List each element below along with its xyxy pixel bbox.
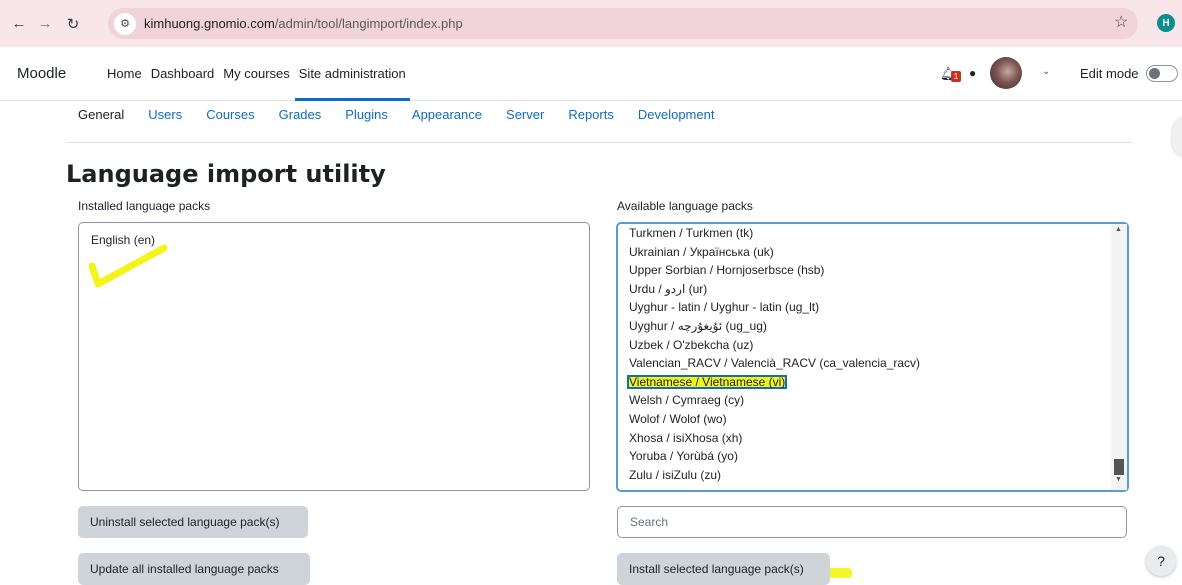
- user-avatar[interactable]: [990, 57, 1022, 89]
- site-info-icon[interactable]: ⚙: [114, 12, 136, 35]
- installed-packs-label: Installed language packs: [78, 199, 211, 213]
- tab-general[interactable]: General: [66, 101, 136, 143]
- edit-mode-toggle[interactable]: [1146, 65, 1178, 82]
- option-label: Uyghur - latin / Uyghur - latin (ug_lt): [629, 300, 820, 315]
- back-arrow-icon[interactable]: ←: [8, 13, 30, 35]
- tab-plugins[interactable]: Plugins: [333, 101, 400, 143]
- messages-chat-icon[interactable]: ●: [969, 66, 976, 80]
- option-label: Uyghur / ئۇيغۇرچە (ug_ug): [629, 318, 767, 333]
- list-item[interactable]: Uyghur - latin / Uyghur - latin (ug_lt): [629, 298, 1109, 317]
- install-button-label: Install selected language pack(s): [629, 562, 804, 576]
- help-button[interactable]: ?: [1146, 546, 1176, 576]
- option-label: Zulu / isiZulu (zu): [629, 467, 722, 482]
- install-button[interactable]: Install selected language pack(s): [617, 553, 830, 585]
- tab-courses[interactable]: Courses: [194, 101, 266, 143]
- option-label: Vietnamese / Vietnamese (vi): [627, 374, 788, 389]
- list-item[interactable]: Uzbek / O'zbekcha (uz): [629, 336, 1109, 355]
- tab-grades[interactable]: Grades: [267, 101, 334, 143]
- nav-my-courses[interactable]: My courses: [219, 47, 293, 101]
- nav-dashboard[interactable]: Dashboard: [147, 47, 219, 101]
- option-label: Wolof / Wolof (wo): [629, 411, 727, 426]
- primary-navigation: Home Dashboard My courses Site administr…: [103, 47, 411, 101]
- list-item[interactable]: Xhosa / isiXhosa (xh): [629, 429, 1109, 448]
- tab-appearance[interactable]: Appearance: [400, 101, 494, 143]
- page-title: Language import utility: [66, 160, 386, 188]
- address-bar[interactable]: ⚙ kimhuong.gnomio.com/admin/tool/langimp…: [108, 8, 1138, 39]
- available-packs-select[interactable]: Turkmen / Turkmen (tk) Ukrainian / Украї…: [616, 222, 1129, 492]
- tab-reports[interactable]: Reports: [556, 101, 626, 143]
- browser-toolbar: ← → ↻ ⚙ kimhuong.gnomio.com/admin/tool/l…: [0, 0, 1182, 47]
- secondary-navigation: General Users Courses Grades Plugins App…: [66, 101, 1132, 143]
- list-item[interactable]: Urdu / اردو (ur): [629, 280, 1109, 299]
- option-label: Welsh / Cymraeg (cy): [629, 393, 745, 408]
- reload-icon[interactable]: ↻: [62, 13, 84, 35]
- url-path: /admin/tool/langimport/index.php: [274, 16, 463, 31]
- forward-arrow-icon[interactable]: →: [34, 13, 56, 35]
- list-item[interactable]: Upper Sorbian / Hornjoserbsce (hsb): [629, 261, 1109, 280]
- scroll-up-icon[interactable]: ▲: [1115, 226, 1122, 233]
- option-label: Xhosa / isiXhosa (xh): [629, 430, 743, 445]
- edit-mode-label: Edit mode: [1080, 66, 1139, 81]
- yellow-check-annotation: [88, 244, 168, 288]
- bookmark-star-icon[interactable]: ☆: [1114, 12, 1128, 32]
- tab-development[interactable]: Development: [626, 101, 727, 143]
- list-scrollbar[interactable]: [1111, 224, 1127, 490]
- list-item[interactable]: Turkmen / Turkmen (tk): [629, 224, 1109, 243]
- selected-list-item[interactable]: Vietnamese / Vietnamese (vi): [627, 373, 1109, 392]
- moodle-navbar: Moodle Home Dashboard My courses Site ad…: [0, 47, 1182, 101]
- list-item[interactable]: Welsh / Cymraeg (cy): [629, 391, 1109, 410]
- notification-count-badge: 1: [951, 71, 961, 82]
- url-text[interactable]: kimhuong.gnomio.com/admin/tool/langimpor…: [144, 16, 463, 31]
- option-label: Turkmen / Turkmen (tk): [629, 226, 754, 240]
- scroll-down-icon[interactable]: ▼: [1115, 476, 1122, 483]
- uninstall-button[interactable]: Uninstall selected language pack(s): [78, 506, 308, 538]
- available-packs-label: Available language packs: [617, 199, 753, 213]
- list-item[interactable]: Valencian_RACV / Valencià_RACV (ca_valen…: [629, 354, 1109, 373]
- available-packs-options: Turkmen / Turkmen (tk) Ukrainian / Украї…: [627, 224, 1109, 485]
- scrollbar-thumb[interactable]: [1114, 459, 1124, 475]
- site-brand[interactable]: Moodle: [17, 65, 66, 82]
- option-label: Urdu / اردو (ur): [629, 281, 708, 296]
- option-label: Uzbek / O'zbekcha (uz): [629, 337, 754, 352]
- browser-profile-avatar[interactable]: H: [1157, 14, 1175, 32]
- list-item[interactable]: Wolof / Wolof (wo): [629, 410, 1109, 429]
- chevron-down-icon[interactable]: ⌄: [1042, 66, 1050, 77]
- url-host: kimhuong.gnomio.com: [144, 16, 275, 31]
- search-input[interactable]: Search: [617, 506, 1127, 538]
- update-all-button[interactable]: Update all installed language packs: [78, 553, 310, 585]
- nav-site-administration[interactable]: Site administration: [294, 47, 410, 101]
- toggle-knob: [1149, 68, 1160, 79]
- option-label: Upper Sorbian / Hornjoserbsce (hsb): [629, 263, 825, 278]
- list-item[interactable]: Ukrainian / Українська (uk): [629, 243, 1109, 262]
- drawer-toggle[interactable]: [1172, 117, 1182, 157]
- option-label: Ukrainian / Українська (uk): [629, 244, 774, 259]
- list-item[interactable]: Zulu / isiZulu (zu): [629, 466, 1109, 485]
- option-label: Valencian_RACV / Valencià_RACV (ca_valen…: [629, 356, 921, 371]
- list-item[interactable]: Uyghur / ئۇيغۇرچە (ug_ug): [629, 317, 1109, 336]
- nav-home[interactable]: Home: [103, 47, 146, 101]
- tab-server[interactable]: Server: [494, 101, 556, 143]
- option-label: Yoruba / Yorùbá (yo): [629, 449, 738, 464]
- list-item[interactable]: Yoruba / Yorùbá (yo): [629, 447, 1109, 466]
- tab-users[interactable]: Users: [136, 101, 194, 143]
